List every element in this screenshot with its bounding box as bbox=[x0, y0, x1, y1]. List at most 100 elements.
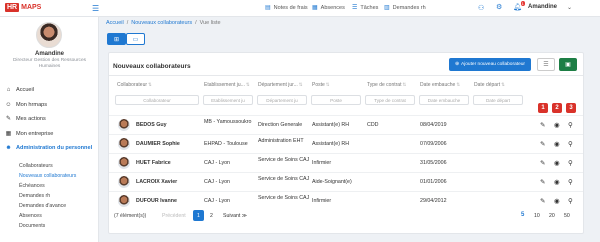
sort-icon: ⇅ bbox=[298, 82, 303, 87]
user-profile-icon[interactable]: ⚲ bbox=[568, 121, 573, 129]
logo-maps: MAPS bbox=[21, 4, 42, 11]
sidebar-sub-collaborateurs[interactable]: Collaborateurs bbox=[19, 163, 53, 169]
page-size-5[interactable]: 5 bbox=[521, 212, 524, 218]
cell-date-embauche: 31/05/2006 bbox=[420, 160, 447, 166]
sidebar-sub-nouveaux-collaborateurs[interactable]: Nouveaux collaborateurs bbox=[19, 173, 76, 179]
sidebar-item-label: Administration du personnel bbox=[16, 145, 93, 151]
column-label: Collaborateur bbox=[117, 82, 148, 88]
sidebar-item-label: Accueil bbox=[16, 87, 35, 93]
column-header-etablissement[interactable]: Etablissement ju...⇅ bbox=[204, 82, 250, 88]
filter-date-depart-input[interactable]: Date départ bbox=[473, 95, 523, 105]
chevron-down-icon[interactable]: ⌄ bbox=[567, 4, 572, 11]
org-chart-icon[interactable]: ⚇ bbox=[478, 4, 484, 12]
user-profile-icon[interactable]: ⚲ bbox=[568, 178, 573, 186]
page-size-10[interactable]: 10 bbox=[534, 213, 540, 219]
page-size-50[interactable]: 50 bbox=[564, 213, 570, 219]
avatar bbox=[118, 176, 130, 188]
pager-previous[interactable]: Précédent bbox=[162, 213, 186, 219]
export-excel-button[interactable]: ▣ bbox=[559, 58, 577, 71]
column-header-date-depart[interactable]: Date départ⇅ bbox=[474, 82, 505, 88]
breadcrumb-home[interactable]: Accueil bbox=[106, 20, 124, 26]
cell-poste: Assistant(e) RH bbox=[312, 122, 350, 128]
topnav-absences[interactable]: ▦ Absences bbox=[312, 4, 345, 12]
user-profile-icon[interactable]: ⚲ bbox=[568, 159, 573, 167]
eye-icon[interactable]: ◉ bbox=[554, 121, 560, 129]
settings-icon[interactable]: ⚙ bbox=[496, 3, 502, 11]
collaborator-name[interactable]: DUFOUR Ivanne bbox=[136, 198, 177, 204]
cell-date-embauche: 08/04/2019 bbox=[420, 122, 447, 128]
sidebar-item-administration[interactable]: ☻ Administration du personnel bbox=[5, 145, 92, 151]
filter-type-contrat-input[interactable]: Type de contrat bbox=[365, 95, 415, 105]
sort-icon: ⇅ bbox=[501, 82, 505, 87]
sidebar-sub-demandes-rh[interactable]: Demandes rh bbox=[19, 193, 50, 199]
eye-icon[interactable]: ◉ bbox=[554, 159, 560, 167]
column-header-type-contrat[interactable]: Type de contrat⇅ bbox=[367, 82, 406, 88]
sidebar-item-accueil[interactable]: ⌂ Accueil bbox=[5, 87, 34, 93]
topnav-notes-de-frais[interactable]: ▤ Notes de frais bbox=[265, 4, 308, 12]
add-collaborator-button[interactable]: ⊕ Ajouter nouveau collaborateur bbox=[449, 58, 531, 71]
filter-poste-input[interactable]: Poste bbox=[311, 95, 361, 105]
collaborator-name[interactable]: DAUMIER Sophie bbox=[136, 141, 180, 147]
sidebar-item-mon-entreprise[interactable]: ▦ Mon entreprise bbox=[5, 130, 54, 138]
column-header-poste[interactable]: Poste⇅ bbox=[312, 82, 330, 88]
cell-poste: Aide-Soignant(e) bbox=[312, 179, 352, 185]
app-logo[interactable]: HR MAPS bbox=[5, 3, 41, 12]
card-view-button[interactable]: ▭ bbox=[126, 33, 145, 45]
filter-departement-input[interactable]: Département ju bbox=[257, 95, 307, 105]
home-icon: ⌂ bbox=[6, 87, 11, 93]
pager-next[interactable]: Suivant ≫ bbox=[223, 213, 247, 219]
topnav-taches[interactable]: ☰ Tâches bbox=[352, 4, 378, 12]
collaborators-card: Nouveaux collaborateurs ⊕ Ajouter nouvea… bbox=[108, 52, 584, 234]
edit-icon[interactable]: ✎ bbox=[540, 140, 545, 148]
sidebar-item-mes-actions[interactable]: ✎ Mes actions bbox=[5, 115, 46, 123]
user-profile-icon[interactable]: ⚲ bbox=[568, 140, 573, 148]
table-row: HUET Fabrice CAJ - Lyon Service de Soins… bbox=[109, 153, 583, 172]
column-header-departement[interactable]: Département jur...⇅ bbox=[258, 82, 303, 88]
cell-etablissement: CAJ - Lyon bbox=[204, 160, 231, 166]
edit-icon[interactable]: ✎ bbox=[540, 197, 545, 205]
sidebar-item-label: Mon entreprise bbox=[16, 130, 54, 137]
user-menu-name[interactable]: Amandine bbox=[528, 4, 557, 10]
column-header-collaborateur[interactable]: Collaborateur⇅ bbox=[117, 82, 152, 88]
menu-toggle-icon[interactable]: ☰ bbox=[92, 4, 99, 13]
topnav-label: Notes de frais bbox=[273, 4, 308, 11]
sidebar-sub-echeances[interactable]: Échéances bbox=[19, 183, 45, 189]
sidebar-sub-demandes-avance[interactable]: Demandes d'avance bbox=[19, 203, 66, 209]
pager-page-1[interactable]: 1 bbox=[193, 210, 204, 221]
eye-icon[interactable]: ◉ bbox=[554, 197, 560, 205]
avatar bbox=[118, 138, 130, 150]
column-header-date-embauche[interactable]: Date embauche⇅ bbox=[420, 82, 460, 88]
user-profile-icon[interactable]: ⚲ bbox=[568, 197, 573, 205]
collaborator-name[interactable]: LACROIX Xavier bbox=[136, 179, 177, 185]
card-divider bbox=[109, 75, 583, 76]
cell-date-embauche: 29/04/2012 bbox=[420, 198, 447, 204]
edit-icon[interactable]: ✎ bbox=[540, 121, 545, 129]
sidebar-sub-documents[interactable]: Documents bbox=[19, 223, 45, 229]
table-icon: ⊞ bbox=[113, 36, 120, 43]
collaborator-name[interactable]: BEDOS Guy bbox=[136, 122, 167, 128]
sidebar-user-name: Amandine bbox=[34, 51, 64, 57]
sidebar-item-mon-hrmaps[interactable]: ☺ Mon hrmaps bbox=[5, 102, 47, 108]
page-size-20[interactable]: 20 bbox=[549, 213, 555, 219]
column-chooser-button[interactable]: ☰ bbox=[537, 58, 555, 71]
edit-icon[interactable]: ✎ bbox=[540, 159, 545, 167]
filter-date-embauche-input[interactable]: Date embauche bbox=[419, 95, 469, 105]
plus-icon: ⊕ bbox=[454, 62, 459, 67]
filter-etablissement-input[interactable]: Etablissement ju bbox=[203, 95, 253, 105]
collaborator-name[interactable]: HUET Fabrice bbox=[136, 160, 171, 166]
list-icon: ☰ bbox=[543, 62, 549, 68]
sidebar-sub-absences[interactable]: Absences bbox=[19, 213, 42, 219]
sort-icon: ⇅ bbox=[148, 82, 152, 87]
list-view-button[interactable]: ⊞ bbox=[107, 33, 126, 45]
breadcrumb-section[interactable]: Nouveaux collaborateurs bbox=[131, 20, 192, 26]
eye-icon[interactable]: ◉ bbox=[554, 178, 560, 186]
notification-bell[interactable]: 🔔︎ 1 bbox=[513, 1, 525, 11]
filter-collaborateur-input[interactable]: Collaborateur bbox=[115, 95, 199, 105]
cell-etablissement: EHPAD - Toulouse bbox=[204, 141, 248, 147]
eye-icon[interactable]: ◉ bbox=[554, 140, 560, 148]
topnav-label: Demandes rh bbox=[392, 4, 426, 11]
topnav-demandes-rh[interactable]: ▥ Demandes rh bbox=[384, 4, 426, 12]
edit-icon[interactable]: ✎ bbox=[540, 178, 545, 186]
logo-hr: HR bbox=[5, 3, 20, 12]
pager-page-2[interactable]: 2 bbox=[206, 210, 217, 221]
